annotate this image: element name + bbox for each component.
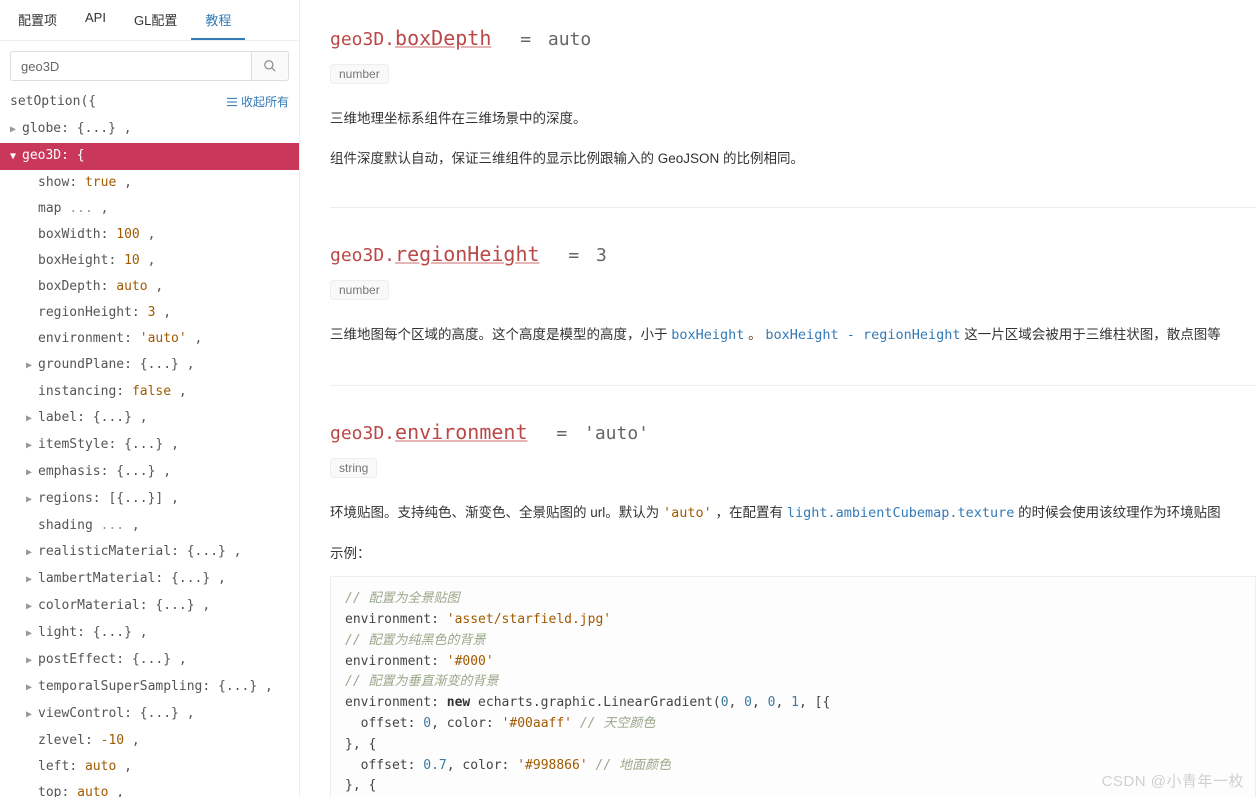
caret-icon: ▶ xyxy=(26,436,36,456)
entry-name[interactable]: environment xyxy=(395,420,527,444)
caret-icon: ▶ xyxy=(26,356,36,376)
tree-item-left[interactable]: left: auto , xyxy=(0,754,299,780)
entry-boxDepth: geo3D.boxDepth = auto number 三维地理坐标系组件在三维场… xyxy=(330,26,1256,208)
caret-icon: ▶ xyxy=(26,543,36,563)
option-tree: ▶globe: {...} ,▼geo3D: {show: true ,map … xyxy=(0,116,299,797)
entry-desc: 环境贴图。支持纯色、渐变色、全景贴图的 url。默认为 'auto' ，在配置有… xyxy=(330,500,1256,527)
caret-icon: ▶ xyxy=(26,570,36,590)
tree-item-map[interactable]: map ... , xyxy=(0,196,299,222)
setoption-row: setOption({ 收起所有 xyxy=(0,89,299,116)
tree-item-globe[interactable]: ▶globe: {...} , xyxy=(0,116,299,143)
tree-item-environment[interactable]: environment: 'auto' , xyxy=(0,326,299,352)
entry-default: auto xyxy=(548,29,591,50)
tree-item-viewControl[interactable]: ▶viewControl: {...} , xyxy=(0,701,299,728)
entry-desc: 组件深度默认自动，保证三维组件的显示比例跟输入的 GeoJSON 的比例相同。 xyxy=(330,146,1256,172)
tree-item-show[interactable]: show: true , xyxy=(0,170,299,196)
tree-item-zlevel[interactable]: zlevel: -10 , xyxy=(0,728,299,754)
tree-item-temporalSuperSampling[interactable]: ▶temporalSuperSampling: {...} , xyxy=(0,674,299,701)
entry-desc: 三维地图每个区域的高度。这个高度是模型的高度，小于 boxHeight 。 bo… xyxy=(330,322,1256,349)
collapse-all-link[interactable]: 收起所有 xyxy=(226,93,289,110)
entry-prefix[interactable]: geo3D. xyxy=(330,245,395,266)
tree-item-top[interactable]: top: auto , xyxy=(0,780,299,797)
entry-heading: geo3D.regionHeight = 3 xyxy=(330,242,1256,266)
setoption-label: setOption({ xyxy=(10,94,96,109)
tree-item-regions[interactable]: ▶regions: [{...}] , xyxy=(0,486,299,513)
tree-item-instancing[interactable]: instancing: false , xyxy=(0,379,299,405)
type-badge: number xyxy=(330,64,389,84)
main-content: geo3D.boxDepth = auto number 三维地理坐标系组件在三维场… xyxy=(300,0,1256,797)
tab-教程[interactable]: 教程 xyxy=(191,0,245,40)
entry-environment: geo3D.environment = 'auto' string 环境贴图。支持纯… xyxy=(330,420,1256,797)
search-button[interactable] xyxy=(251,51,289,81)
collapse-all-label: 收起所有 xyxy=(241,93,289,110)
tree-item-boxHeight[interactable]: boxHeight: 10 , xyxy=(0,248,299,274)
caret-icon: ▶ xyxy=(26,490,36,510)
tree-item-geo3D[interactable]: ▼geo3D: { xyxy=(0,143,299,170)
caret-icon: ▶ xyxy=(10,120,20,140)
tab-配置项[interactable]: 配置项 xyxy=(4,0,71,40)
entries: geo3D.boxDepth = auto number 三维地理坐标系组件在三维场… xyxy=(330,26,1256,797)
type-badge: string xyxy=(330,458,377,478)
entry-name[interactable]: regionHeight xyxy=(395,242,540,266)
tree-item-regionHeight[interactable]: regionHeight: 3 , xyxy=(0,300,299,326)
tree-item-label[interactable]: ▶label: {...} , xyxy=(0,405,299,432)
tab-API[interactable]: API xyxy=(71,0,120,40)
caret-icon: ▶ xyxy=(26,705,36,725)
sidebar: 配置项APIGL配置教程 setOption({ 收起所有 ▶globe: {.… xyxy=(0,0,300,797)
caret-icon: ▶ xyxy=(26,678,36,698)
entry-desc: 三维地理坐标系组件在三维场景中的深度。 xyxy=(330,106,1256,132)
tree-item-boxWidth[interactable]: boxWidth: 100 , xyxy=(0,222,299,248)
caret-icon: ▼ xyxy=(10,147,20,167)
entry-heading: geo3D.boxDepth = auto xyxy=(330,26,1256,50)
tree-item-colorMaterial[interactable]: ▶colorMaterial: {...} , xyxy=(0,593,299,620)
tree-item-shading[interactable]: shading ... , xyxy=(0,513,299,539)
collapse-icon xyxy=(226,97,238,107)
caret-icon: ▶ xyxy=(26,463,36,483)
tree-item-groundPlane[interactable]: ▶groundPlane: {...} , xyxy=(0,352,299,379)
entry-regionHeight: geo3D.regionHeight = 3 number 三维地图每个区域的高度。… xyxy=(330,242,1256,386)
entry-desc: 示例： xyxy=(330,541,1256,567)
entry-name[interactable]: boxDepth xyxy=(395,26,491,50)
tab-GL配置[interactable]: GL配置 xyxy=(120,0,191,40)
tree-item-light[interactable]: ▶light: {...} , xyxy=(0,620,299,647)
tree-item-lambertMaterial[interactable]: ▶lambertMaterial: {...} , xyxy=(0,566,299,593)
tree-item-boxDepth[interactable]: boxDepth: auto , xyxy=(0,274,299,300)
tree-item-realisticMaterial[interactable]: ▶realisticMaterial: {...} , xyxy=(0,539,299,566)
tabs: 配置项APIGL配置教程 xyxy=(0,0,299,41)
caret-icon: ▶ xyxy=(26,651,36,671)
watermark: CSDN @小青年一枚 xyxy=(1102,770,1244,791)
entry-default: 'auto' xyxy=(584,423,649,444)
tree-item-postEffect[interactable]: ▶postEffect: {...} , xyxy=(0,647,299,674)
caret-icon: ▶ xyxy=(26,624,36,644)
search-row xyxy=(0,41,299,89)
code-example: // 配置为全景贴图 environment: 'asset/starfield… xyxy=(330,576,1256,797)
type-badge: number xyxy=(330,280,389,300)
entry-heading: geo3D.environment = 'auto' xyxy=(330,420,1256,444)
entry-default: 3 xyxy=(596,245,607,266)
caret-icon: ▶ xyxy=(26,409,36,429)
tree-item-itemStyle[interactable]: ▶itemStyle: {...} , xyxy=(0,432,299,459)
search-icon xyxy=(263,59,277,73)
tree-item-emphasis[interactable]: ▶emphasis: {...} , xyxy=(0,459,299,486)
entry-prefix[interactable]: geo3D. xyxy=(330,423,395,444)
caret-icon: ▶ xyxy=(26,597,36,617)
entry-prefix[interactable]: geo3D. xyxy=(330,29,395,50)
search-input[interactable] xyxy=(10,51,251,81)
